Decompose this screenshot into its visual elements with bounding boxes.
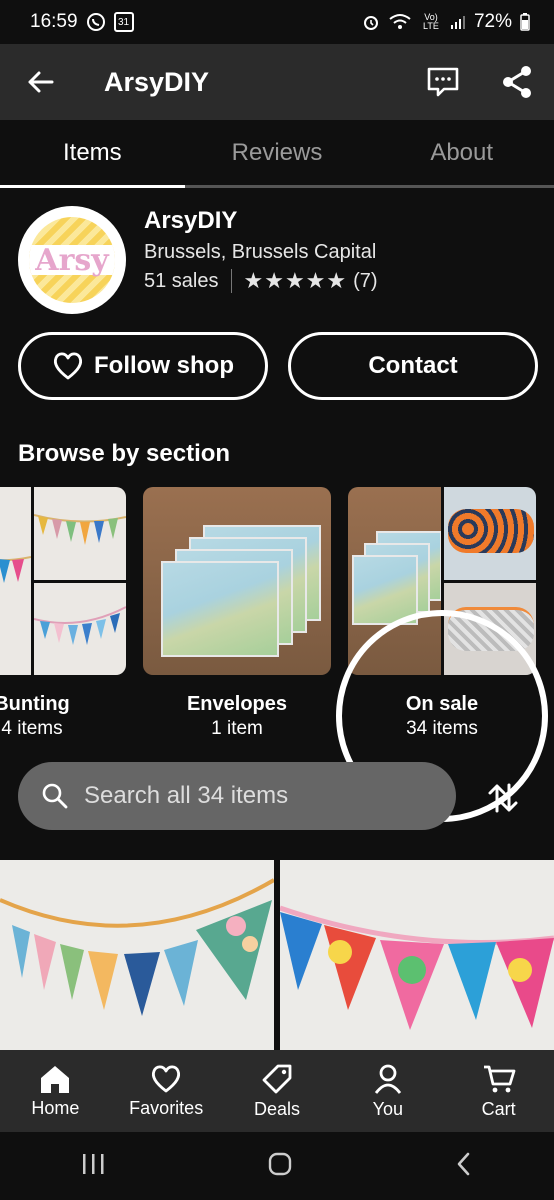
search-placeholder: Search all 34 items (84, 782, 289, 809)
nav-favorites-label: Favorites (129, 1097, 204, 1118)
browse-section-title: Browse by section (18, 440, 231, 467)
section-image-bunting (0, 487, 126, 675)
nav-cart-label: Cart (481, 1098, 516, 1119)
section-count-bunting: 4 items (1, 718, 63, 739)
tab-bar: Items Reviews About (0, 120, 554, 188)
rating-stars: ★★★★★ (243, 268, 348, 293)
person-icon (374, 1064, 401, 1094)
section-card-bunting[interactable]: Bunting 4 items (0, 487, 126, 740)
whatsapp-icon (86, 12, 106, 32)
nav-you-label: You (372, 1098, 403, 1119)
shop-sales: 51 sales (144, 270, 219, 292)
home-icon (41, 1065, 70, 1093)
home-circle-icon (268, 1152, 292, 1175)
home-system-button[interactable] (267, 1151, 293, 1182)
back-button[interactable] (0, 44, 80, 120)
nav-deals-label: Deals (253, 1098, 300, 1119)
nav-favorites[interactable]: Favorites (111, 1050, 222, 1132)
cart-icon (483, 1065, 515, 1092)
follow-shop-label: Follow shop (94, 352, 234, 379)
section-label-on-sale: On sale (405, 693, 479, 715)
wifi-icon (388, 13, 412, 31)
follow-shop-button[interactable]: Follow shop (18, 332, 268, 400)
status-bar: 16:59 31 Vo) LTE 72% (0, 0, 554, 44)
nav-home-label: Home (31, 1097, 80, 1118)
message-icon (427, 67, 459, 97)
status-time: 16:59 (30, 11, 78, 32)
signal-icon (450, 14, 466, 30)
section-card-envelopes[interactable]: Envelopes 1 item (143, 487, 331, 740)
stats-divider (230, 269, 232, 293)
chevron-left-icon (457, 1152, 469, 1175)
section-label-envelopes: Envelopes (186, 693, 288, 715)
back-system-button[interactable] (454, 1151, 474, 1182)
sort-button[interactable] (478, 778, 528, 818)
share-icon (503, 66, 531, 98)
lte-indicator: Vo) LTE (423, 12, 439, 31)
tab-items[interactable]: Items (0, 120, 185, 188)
heart-icon (53, 352, 83, 380)
section-count-envelopes: 1 item (211, 718, 263, 739)
section-image-envelopes (143, 487, 331, 675)
app-title: ArsyDIY (104, 66, 210, 97)
system-nav-bar (0, 1132, 554, 1200)
nav-deals[interactable]: Deals (222, 1050, 333, 1132)
shop-logo[interactable]: Arsy (18, 206, 126, 314)
listing-card[interactable] (280, 860, 554, 1050)
message-button[interactable] (406, 44, 480, 120)
listing-card[interactable] (0, 860, 274, 1050)
shop-location: Brussels, Brussels Capital (144, 241, 377, 263)
section-label-bunting: Bunting (0, 693, 70, 715)
heart-icon (152, 1064, 181, 1092)
sort-arrows-icon (488, 783, 518, 813)
arrow-left-icon (28, 71, 54, 93)
recent-apps-button[interactable] (80, 1152, 106, 1181)
search-icon (42, 783, 68, 809)
shop-header: Arsy ArsyDIY Brussels, Brussels Capital … (18, 206, 538, 316)
bottom-nav: Home Favorites Deals You Cart (0, 1050, 554, 1132)
search-input[interactable]: Search all 34 items (18, 762, 456, 830)
tag-icon (262, 1064, 292, 1093)
alarm-icon (362, 13, 380, 31)
review-count[interactable]: (7) (353, 268, 377, 294)
share-button[interactable] (480, 44, 554, 120)
shop-name: ArsyDIY (144, 207, 238, 234)
calendar-icon: 31 (113, 12, 134, 32)
app-bar: ArsyDIY (0, 44, 554, 120)
nav-cart[interactable]: Cart (443, 1050, 554, 1132)
battery-icon (520, 13, 530, 31)
nav-home[interactable]: Home (0, 1050, 111, 1132)
contact-button[interactable]: Contact (288, 332, 538, 400)
listing-image (0, 878, 274, 1016)
section-image-on-sale (348, 487, 536, 675)
calendar-day: 31 (117, 16, 130, 28)
section-count-on-sale: 34 items (406, 718, 478, 739)
listing-image (280, 905, 554, 1030)
contact-label: Contact (368, 352, 458, 379)
shop-logo-text: Arsy (35, 242, 109, 278)
tab-reviews[interactable]: Reviews (185, 120, 370, 185)
battery-percent: 72% (473, 11, 512, 32)
sections-carousel[interactable]: Bunting 4 items Envelopes 1 item On sale… (0, 487, 554, 747)
tab-about[interactable]: About (369, 120, 554, 185)
nav-you[interactable]: You (332, 1050, 443, 1132)
section-card-on-sale[interactable]: On sale 34 items (348, 487, 536, 740)
recent-apps-icon (83, 1153, 104, 1174)
